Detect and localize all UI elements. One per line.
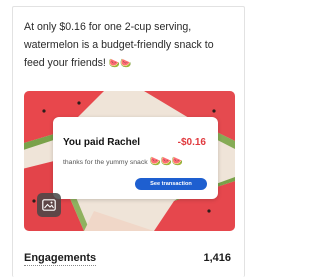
payment-card: You paid Rachel -$0.16 thanks for the yu… (53, 117, 218, 199)
payment-note-text: thanks for the yummy snack (63, 159, 148, 166)
you-paid-label: You paid (63, 137, 105, 148)
image-icon[interactable] (37, 193, 61, 217)
engagements-value: 1,416 (203, 252, 231, 264)
see-transaction-button[interactable]: See transaction (135, 178, 207, 190)
note-watermelon-emoji: 🍉🍉🍉 (149, 157, 184, 167)
recipient-name: Rachel (107, 137, 141, 148)
payment-note: thanks for the yummy snack 🍉🍉🍉 (63, 157, 183, 167)
watermelon-emoji: 🍉🍉 (108, 59, 132, 69)
post-text: At only $0.16 for one 2-cup serving, wat… (24, 18, 224, 73)
engagements-label[interactable]: Engagements (24, 252, 97, 266)
payment-title: You paid Rachel (63, 137, 140, 148)
image-icon-glyph (42, 199, 56, 211)
payment-amount: -$0.16 (177, 137, 206, 148)
